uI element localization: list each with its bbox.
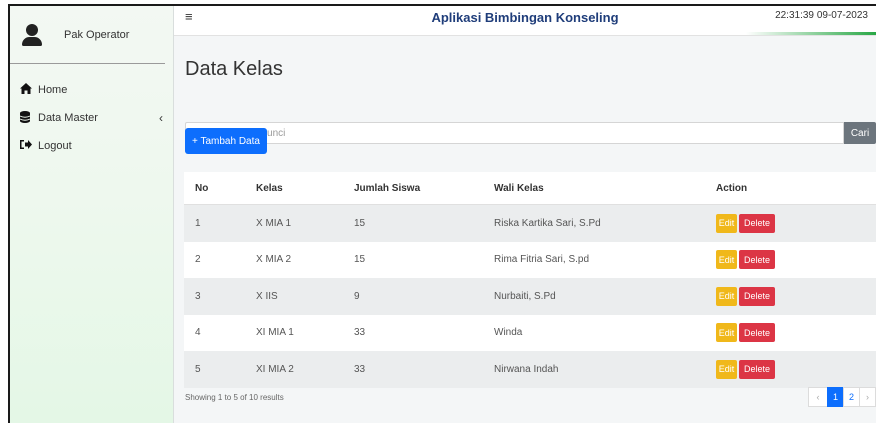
search-input[interactable] [185, 122, 844, 144]
home-icon [20, 83, 38, 97]
user-avatar-icon [22, 23, 42, 46]
top-navbar: ≡ Aplikasi Bimbingan Konseling 22:31:39 … [174, 6, 876, 36]
cell-no: 3 [195, 290, 201, 302]
table-row: 3 X IIS 9 Nurbaiti, S.Pd Edit Delete [184, 278, 876, 315]
table-row: 4 XI MIA 1 33 Winda Edit Delete [184, 314, 876, 351]
sidebar: Pak Operator Home Data Master ‹ Logout [10, 6, 174, 423]
cell-no: 2 [195, 254, 201, 266]
page-title: Data Kelas [185, 58, 283, 80]
edit-button[interactable]: Edit [716, 213, 737, 233]
cell-jumlah-siswa: 9 [354, 290, 360, 302]
pagination-page-2[interactable]: 2 [843, 387, 860, 407]
cell-no: 1 [195, 217, 201, 229]
delete-button[interactable]: Delete [739, 250, 775, 270]
header-accent-bar [746, 32, 876, 35]
cell-action: Edit Delete [710, 286, 876, 306]
sidebar-item-data-master[interactable]: Data Master ‹ [10, 104, 173, 132]
table-row: 1 X MIA 1 15 Riska Kartika Sari, S.Pd Ed… [184, 205, 876, 242]
database-icon [19, 110, 38, 126]
column-header-kelas: Kelas [256, 182, 283, 194]
cell-kelas: X MIA 1 [256, 217, 292, 229]
column-header-action: Action [716, 182, 748, 194]
cell-jumlah-siswa: 33 [354, 327, 366, 339]
pagination-summary: Showing 1 to 5 of 10 results [185, 393, 284, 402]
edit-button[interactable]: Edit [716, 359, 737, 379]
cell-kelas: XI MIA 2 [256, 363, 294, 375]
table-header-row: No Kelas Jumlah Siswa Wali Kelas Action [184, 172, 876, 205]
cell-action: Edit Delete [710, 323, 876, 343]
table-row: 5 XI MIA 2 33 Nirwana Indah Edit Delete [184, 351, 876, 388]
user-panel: Pak Operator [10, 6, 165, 64]
clock-date: 09-07-2023 [816, 10, 868, 21]
pagination-prev-button[interactable]: ‹ [808, 387, 828, 407]
pagination-page-1[interactable]: 1 [827, 387, 844, 407]
sidebar-item-label: Home [38, 84, 68, 96]
cell-kelas: XI MIA 1 [256, 327, 294, 339]
cell-jumlah-siswa: 33 [354, 363, 366, 375]
logout-icon [20, 139, 38, 153]
search-button[interactable]: Cari [844, 122, 876, 144]
sidebar-item-logout[interactable]: Logout [10, 132, 173, 160]
sidebar-item-label: Logout [38, 140, 72, 152]
cell-wali-kelas: Nurbaiti, S.Pd [494, 290, 556, 302]
cell-no: 4 [195, 327, 201, 339]
search-bar: Cari [185, 122, 876, 144]
cell-wali-kelas: Rima Fitria Sari, S.pd [494, 254, 590, 266]
cell-wali-kelas: Riska Kartika Sari, S.Pd [494, 217, 601, 229]
app-window: Pak Operator Home Data Master ‹ Logout ≡… [8, 4, 876, 423]
cell-wali-kelas: Winda [494, 327, 523, 339]
sidebar-item-label: Data Master [38, 112, 98, 124]
main-content: Data Kelas Cari + Tambah Data No Kelas J… [174, 36, 876, 423]
delete-button[interactable]: Delete [739, 359, 775, 379]
pagination: ‹ 1 2 › [808, 387, 876, 407]
app-title: Aplikasi Bimbingan Konseling [431, 10, 619, 25]
sidebar-item-home[interactable]: Home [10, 76, 173, 104]
cell-jumlah-siswa: 15 [354, 217, 366, 229]
delete-button[interactable]: Delete [739, 213, 775, 233]
cell-wali-kelas: Nirwana Indah [494, 363, 559, 375]
data-table: No Kelas Jumlah Siswa Wali Kelas Action … [184, 172, 876, 388]
user-name: Pak Operator [64, 28, 130, 41]
column-header-jumlah-siswa: Jumlah Siswa [354, 182, 421, 194]
edit-button[interactable]: Edit [716, 250, 737, 270]
edit-button[interactable]: Edit [716, 323, 737, 343]
clock-time: 22:31:39 [775, 10, 814, 21]
cell-kelas: X MIA 2 [256, 254, 292, 266]
cell-action: Edit Delete [710, 359, 876, 379]
column-header-wali-kelas: Wali Kelas [494, 182, 544, 194]
sidebar-menu: Home Data Master ‹ Logout [10, 76, 173, 160]
cell-action: Edit Delete [710, 213, 876, 233]
delete-button[interactable]: Delete [739, 323, 775, 343]
cell-kelas: X IIS [256, 290, 278, 302]
delete-button[interactable]: Delete [739, 286, 775, 306]
cell-no: 5 [195, 363, 201, 375]
add-data-button[interactable]: + Tambah Data [185, 128, 267, 154]
edit-button[interactable]: Edit [716, 286, 737, 306]
pagination-next-button[interactable]: › [859, 387, 876, 407]
chevron-left-icon[interactable]: ‹ [159, 111, 163, 125]
cell-action: Edit Delete [710, 250, 876, 270]
cell-jumlah-siswa: 15 [354, 254, 366, 266]
column-header-no: No [195, 182, 209, 194]
table-row: 2 X MIA 2 15 Rima Fitria Sari, S.pd Edit… [184, 241, 876, 278]
